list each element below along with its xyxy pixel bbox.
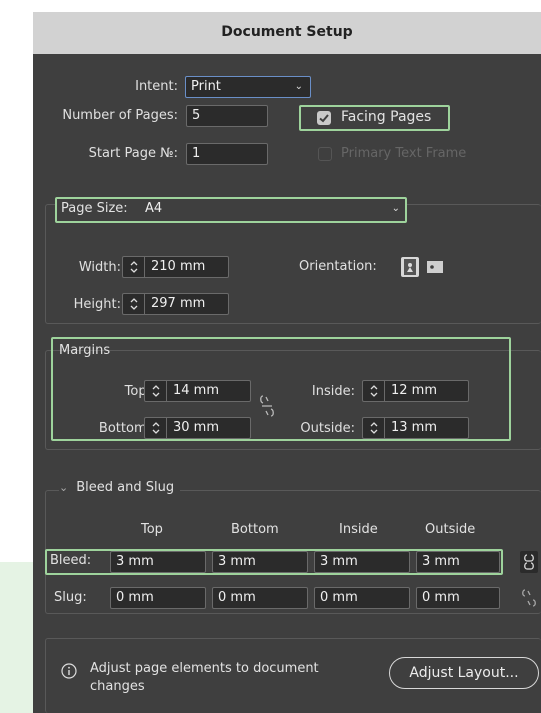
bleed-inside-input[interactable]: 3 mm — [314, 551, 410, 573]
margin-inside-value: 12 mm — [391, 383, 438, 398]
info-icon — [61, 663, 77, 679]
bleed-bottom-input[interactable]: 3 mm — [212, 551, 308, 573]
margins-title: Margins — [59, 343, 111, 358]
document-setup-dialog: Document Setup Intent: Print ⌄ Number of… — [33, 12, 541, 713]
slug-bottom-input[interactable]: 0 mm — [212, 587, 308, 609]
number-of-pages-label: Number of Pages: — [62, 108, 178, 123]
column-inside-label: Inside — [339, 522, 378, 537]
height-label: Height: — [73, 297, 121, 312]
facing-pages-label: Facing Pages — [341, 109, 432, 125]
margin-outside-value: 13 mm — [391, 420, 438, 435]
slug-link-broken-icon[interactable] — [520, 587, 538, 609]
adjust-layout-button[interactable]: Adjust Layout... — [389, 657, 539, 689]
slug-inside-input[interactable]: 0 mm — [314, 587, 410, 609]
bleed-outside-input[interactable]: 3 mm — [416, 551, 500, 573]
bleed-slug-title: Bleed and Slug — [76, 480, 175, 495]
margin-outside-stepper-icon[interactable] — [363, 417, 385, 439]
facing-pages-checkbox[interactable] — [317, 111, 331, 125]
margin-link-broken-icon[interactable] — [259, 394, 275, 418]
portrait-orientation-icon[interactable] — [401, 257, 419, 277]
slug-label: Slug: — [54, 590, 87, 605]
primary-text-frame-label: Primary Text Frame — [341, 146, 467, 161]
start-page-input[interactable]: 1 — [186, 143, 268, 165]
slug-outside-input[interactable]: 0 mm — [416, 587, 500, 609]
width-value: 210 mm — [151, 259, 206, 274]
primary-text-frame-checkbox[interactable] — [318, 147, 332, 161]
bleed-label: Bleed: — [50, 553, 92, 568]
start-page-label: Start Page №: — [88, 146, 178, 161]
page-size-value: A4 — [145, 201, 163, 216]
margin-outside-label: Outside: — [300, 421, 355, 436]
intent-value: Print — [191, 79, 221, 94]
margin-bottom-value: 30 mm — [173, 420, 220, 435]
margin-top-stepper-icon[interactable] — [145, 380, 167, 402]
page-size-select[interactable]: A4 ⌄ — [140, 199, 404, 221]
intent-label: Intent: — [135, 79, 178, 94]
bleed-slug-header[interactable]: ⌄ Bleed and Slug — [59, 480, 181, 495]
landscape-orientation-icon[interactable] — [426, 259, 444, 275]
height-stepper-icon[interactable] — [123, 293, 145, 315]
info-text-line1: Adjust page elements to document — [90, 661, 319, 676]
column-bottom-label: Bottom — [231, 522, 279, 537]
intent-select[interactable]: Print ⌄ — [185, 76, 311, 98]
info-text-line2: changes — [90, 679, 145, 694]
column-outside-label: Outside — [425, 522, 476, 537]
bleed-link-icon[interactable] — [520, 551, 538, 573]
dialog-title: Document Setup — [33, 12, 541, 54]
margin-inside-stepper-icon[interactable] — [363, 380, 385, 402]
margin-bottom-stepper-icon[interactable] — [145, 417, 167, 439]
page-size-label: Page Size: — [61, 201, 128, 216]
margin-inside-label: Inside: — [311, 384, 355, 399]
number-of-pages-input[interactable]: 5 — [186, 105, 268, 127]
info-text: Adjust page elements to document changes — [90, 660, 319, 696]
disclosure-chevron-icon: ⌄ — [59, 481, 69, 494]
width-label: Width: — [78, 260, 121, 275]
bleed-top-input[interactable]: 3 mm — [110, 551, 206, 573]
height-value: 297 mm — [151, 296, 206, 311]
checkmark-icon — [319, 114, 329, 123]
column-top-label: Top — [141, 522, 163, 537]
width-stepper-icon[interactable] — [123, 256, 145, 278]
margin-top-value: 14 mm — [173, 383, 220, 398]
chevron-down-icon: ⌄ — [294, 81, 303, 92]
slug-top-input[interactable]: 0 mm — [110, 587, 206, 609]
chevron-down-icon: ⌄ — [391, 203, 400, 214]
orientation-label: Orientation: — [299, 259, 377, 274]
